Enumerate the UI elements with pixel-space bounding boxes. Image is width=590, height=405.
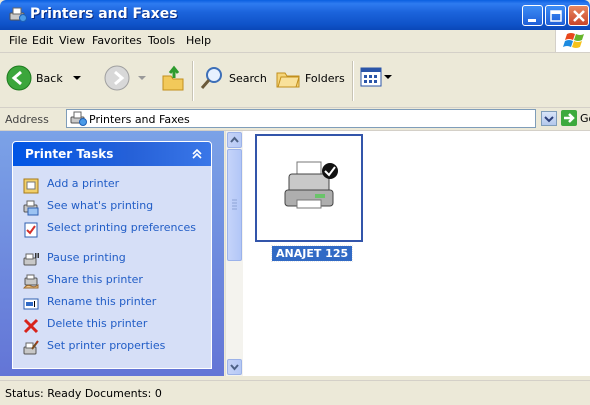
task-rename-printer[interactable]: Rename this printer	[23, 296, 207, 312]
delete-icon	[23, 318, 39, 334]
printer-icon	[284, 161, 334, 209]
back-button[interactable]: Back	[6, 65, 83, 91]
explorer-window: Printers and Faxes File Edit View Favori…	[0, 0, 590, 405]
task-pane: Printer Tasks Add a printer See what's p…	[0, 131, 224, 376]
task-add-printer[interactable]: Add a printer	[23, 178, 207, 194]
forward-button[interactable]	[104, 65, 148, 91]
up-folder-icon	[162, 65, 184, 91]
go-button[interactable]: Go	[561, 110, 590, 126]
address-value: Printers and Faxes	[89, 113, 190, 126]
status-text: Status: Ready Documents: 0	[5, 387, 162, 400]
search-label: Search	[229, 71, 267, 85]
add-printer-icon	[23, 178, 39, 194]
rename-icon	[23, 298, 39, 310]
menu-help[interactable]: Help	[186, 34, 211, 47]
grip-icon	[232, 199, 237, 210]
menu-bar: File Edit View Favorites Tools Help	[0, 30, 590, 53]
views-icon	[360, 67, 382, 87]
back-dropdown-icon[interactable]	[71, 73, 83, 83]
status-bar: Status: Ready Documents: 0	[0, 380, 590, 405]
task-set-properties[interactable]: Set printer properties	[23, 340, 207, 356]
back-arrow-icon	[6, 65, 32, 91]
folders-button[interactable]: Folders	[275, 65, 345, 91]
address-bar: Address Printers and Faxes Go	[0, 108, 590, 131]
toolbar-separator	[192, 61, 194, 101]
menu-favorites[interactable]: Favorites	[92, 34, 142, 47]
task-delete-printer[interactable]: Delete this printer	[23, 318, 207, 334]
printers-folder-icon	[70, 111, 88, 130]
chevron-down-icon	[230, 364, 239, 371]
task-pause-printing[interactable]: Pause printing	[23, 252, 207, 268]
address-label: Address	[5, 113, 49, 126]
share-icon	[23, 274, 39, 289]
maximize-button[interactable]	[545, 5, 566, 26]
scroll-up-button[interactable]	[227, 132, 242, 148]
window-title: Printers and Faxes	[30, 6, 178, 22]
up-folder-button[interactable]	[160, 64, 186, 92]
task-pane-scrollbar[interactable]	[225, 131, 243, 376]
scroll-down-button[interactable]	[227, 359, 242, 375]
views-button[interactable]	[360, 67, 393, 87]
search-button[interactable]: Search	[199, 65, 267, 91]
close-button[interactable]	[568, 5, 589, 26]
printers-list-view: ANAJET 125	[243, 131, 590, 376]
menu-file[interactable]: File	[9, 34, 27, 47]
printer-name[interactable]: ANAJET 125	[270, 245, 354, 262]
windows-logo-icon	[555, 30, 590, 52]
queue-icon	[23, 200, 39, 216]
minimize-button[interactable]	[522, 5, 543, 26]
preferences-icon	[24, 222, 38, 238]
search-icon	[200, 67, 222, 89]
collapse-chevron-icon[interactable]	[189, 146, 205, 162]
chevron-down-icon	[544, 116, 554, 123]
printer-tasks-panel: Printer Tasks Add a printer See what's p…	[12, 141, 212, 369]
toolbar-separator	[352, 61, 354, 101]
views-dropdown-icon[interactable]	[383, 72, 393, 82]
folders-label: Folders	[305, 71, 345, 85]
menu-view[interactable]: View	[59, 34, 85, 47]
standard-toolbar: Back Search Folders	[0, 53, 590, 108]
printer-item[interactable]	[255, 134, 363, 242]
menu-edit[interactable]: Edit	[32, 34, 53, 47]
chevron-up-icon	[230, 136, 239, 143]
properties-icon	[23, 340, 39, 355]
task-select-preferences[interactable]: Select printing preferences	[23, 222, 207, 238]
menu-tools[interactable]: Tools	[148, 34, 175, 47]
scroll-thumb[interactable]	[227, 149, 242, 261]
go-arrow-icon	[561, 110, 577, 126]
default-printer-checkmark-icon	[322, 163, 338, 179]
pause-icon	[23, 253, 39, 266]
forward-arrow-icon	[104, 65, 130, 91]
back-label: Back	[36, 71, 63, 85]
printers-folder-icon	[8, 7, 27, 23]
address-dropdown-button[interactable]	[541, 111, 557, 126]
go-label: Go	[580, 111, 590, 125]
printer-tasks-header[interactable]: Printer Tasks	[13, 142, 211, 166]
printer-tasks-title: Printer Tasks	[25, 147, 114, 161]
title-bar[interactable]: Printers and Faxes	[0, 0, 590, 30]
address-input[interactable]: Printers and Faxes	[66, 109, 536, 128]
forward-dropdown-icon[interactable]	[136, 73, 148, 83]
folders-icon	[276, 72, 300, 88]
task-see-whats-printing[interactable]: See what's printing	[23, 200, 207, 216]
task-share-printer[interactable]: Share this printer	[23, 274, 207, 290]
